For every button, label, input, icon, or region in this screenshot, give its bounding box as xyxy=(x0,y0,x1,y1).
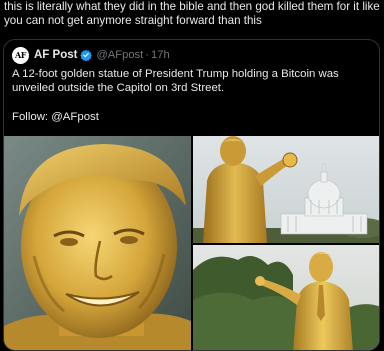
author-handle[interactable]: @AFpost xyxy=(96,49,143,61)
follow-line: Follow: @AFpost xyxy=(12,111,99,123)
media-image-face-closeup[interactable] xyxy=(4,136,191,350)
post-text: this is literally what they did in the b… xyxy=(4,0,380,27)
quoted-post-text: A 12-foot golden statue of President Tru… xyxy=(12,68,339,94)
quoted-post-card[interactable]: AF AF Post @AFpost · 17h A 12-foot golde… xyxy=(3,39,380,351)
separator-dot: · xyxy=(145,49,149,61)
avatar[interactable]: AF xyxy=(12,46,29,64)
quoted-post-header: AF AF Post @AFpost · 17h xyxy=(12,46,170,64)
post-timestamp[interactable]: 17h xyxy=(151,49,170,61)
author-name[interactable]: AF Post xyxy=(34,49,77,61)
media-image-statue-trees[interactable] xyxy=(193,245,379,350)
media-image-statue-capitol[interactable] xyxy=(193,136,379,243)
verified-badge-icon xyxy=(80,49,93,61)
media-grid xyxy=(4,136,379,350)
